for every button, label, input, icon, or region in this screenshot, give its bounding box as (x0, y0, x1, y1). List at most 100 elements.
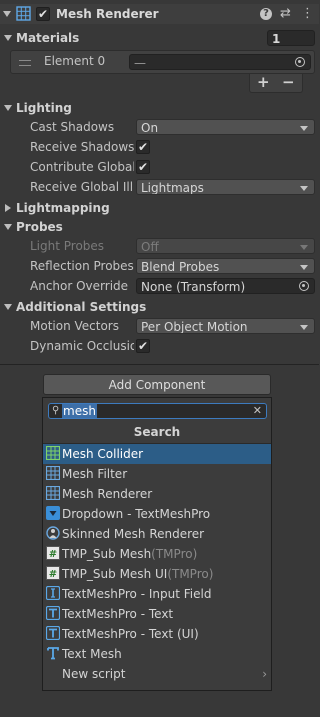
probes-label: Probes (16, 220, 63, 234)
receive-shadows-row: Receive Shadows ✔ (0, 137, 319, 157)
foldout-arrow-icon (4, 35, 12, 41)
lightmapping-label: Lightmapping (16, 201, 110, 215)
dropdown-arrow-icon (300, 265, 308, 270)
probes-foldout[interactable]: Probes (0, 217, 319, 237)
list-item-tmp-sub-mesh[interactable]: # TMP_Sub Mesh(TMPro) (43, 544, 271, 564)
light-probes-value: Off (141, 240, 159, 254)
component-header: ✔ Mesh Renderer ? ⇄ ⋮ (0, 4, 319, 24)
list-item-mesh-collider[interactable]: Mesh Collider (43, 444, 271, 464)
contribute-gi-label: Contribute Global Illumination (30, 160, 134, 174)
additional-settings-foldout[interactable]: Additional Settings (0, 297, 319, 317)
element-0-field[interactable]: — (129, 54, 311, 70)
anchor-override-label: Anchor Override (30, 279, 129, 293)
list-item-mesh-filter[interactable]: Mesh Filter (43, 464, 271, 484)
foldout-arrow-icon (4, 105, 12, 111)
skinned-mesh-renderer-icon (46, 526, 60, 540)
text-mesh-icon (47, 647, 59, 660)
dropdown-arrow-icon (300, 186, 308, 191)
materials-foldout[interactable]: Materials 1 (0, 28, 319, 48)
add-component-label: Add Component (108, 378, 206, 392)
list-item-textmeshpro-text-ui[interactable]: TextMeshPro - Text (UI) (43, 624, 271, 644)
add-component-button[interactable]: Add Component (43, 374, 271, 395)
kebab-menu-icon[interactable]: ⋮ (301, 4, 314, 24)
light-probes-dropdown: Off (136, 238, 315, 254)
list-item-new-script[interactable]: New script › (43, 664, 271, 684)
search-field[interactable]: ⚲ mesh ✕ (48, 403, 267, 419)
motion-vectors-dropdown[interactable]: Per Object Motion (136, 318, 315, 334)
list-item-label: Mesh Renderer (62, 487, 153, 501)
anchor-override-field[interactable]: None (Transform) (136, 278, 315, 294)
materials-list: Element 0 — (10, 50, 315, 74)
component-enabled-checkbox[interactable]: ✔ (36, 7, 50, 21)
mesh-renderer-icon (46, 486, 60, 500)
cast-shadows-label: Cast Shadows (30, 120, 115, 134)
reflection-probes-label: Reflection Probes (30, 259, 134, 273)
item-namespace-tag: (TMPro) (167, 567, 214, 581)
clear-search-icon[interactable]: ✕ (253, 404, 262, 418)
foldout-arrow-icon (4, 304, 12, 310)
item-namespace-tag: (TMPro) (151, 547, 198, 561)
light-probes-row: Light Probes Off (0, 236, 319, 256)
foldout-arrow-icon[interactable] (3, 11, 11, 17)
lightmapping-foldout[interactable]: Lightmapping (0, 198, 319, 218)
mesh-renderer-icon (16, 6, 31, 21)
search-icon: ⚲ (52, 405, 60, 416)
dynamic-occlusion-label: Dynamic Occlusion (30, 339, 134, 353)
reflection-probes-value: Blend Probes (141, 260, 220, 274)
list-item-label: Dropdown - TextMeshPro (62, 507, 211, 521)
list-item-label: TMP_Sub Mesh(TMPro) (62, 544, 197, 564)
svg-text:#: # (49, 549, 57, 560)
materials-count-field[interactable]: 1 (267, 30, 315, 46)
remove-element-button[interactable]: − (282, 73, 295, 91)
anchor-override-value: None (Transform) (141, 280, 246, 294)
object-picker-icon[interactable] (299, 281, 309, 291)
help-icon[interactable]: ? (260, 8, 272, 20)
search-input[interactable]: mesh (62, 404, 97, 418)
list-item-skinned-mesh-renderer[interactable]: Skinned Mesh Renderer (43, 524, 271, 544)
dropdown-arrow-icon (300, 245, 308, 250)
reflection-probes-row: Reflection Probes Blend Probes (0, 256, 319, 276)
receive-gi-dropdown[interactable]: Lightmaps (136, 179, 315, 195)
drag-handle-icon[interactable] (19, 60, 31, 66)
motion-vectors-value: Per Object Motion (141, 320, 248, 334)
receive-shadows-label: Receive Shadows (30, 140, 134, 154)
list-item-text-mesh[interactable]: Text Mesh (43, 644, 271, 664)
light-probes-label: Light Probes (30, 239, 105, 253)
preset-icon[interactable]: ⇄ (280, 4, 291, 24)
list-item-label: Mesh Collider (62, 447, 144, 461)
list-item-label: Mesh Filter (62, 467, 128, 481)
receive-shadows-checkbox[interactable]: ✔ (136, 140, 150, 154)
reflection-probes-dropdown[interactable]: Blend Probes (136, 258, 315, 274)
receive-gi-row: Receive Global Illumination Lightmaps (0, 177, 319, 197)
search-header: Search (133, 425, 181, 439)
list-item-dropdown-textmeshpro[interactable]: Dropdown - TextMeshPro (43, 504, 271, 524)
element-label: Element 0 (44, 54, 106, 68)
dynamic-occlusion-checkbox[interactable]: ✔ (136, 339, 150, 353)
list-footer: + − (249, 73, 303, 93)
dropdown-arrow-icon (300, 126, 308, 131)
list-item-tmp-sub-mesh-ui[interactable]: # TMP_Sub Mesh UI(TMPro) (43, 564, 271, 584)
add-element-button[interactable]: + (257, 73, 270, 91)
anchor-override-row: Anchor Override None (Transform) (0, 276, 319, 296)
list-item-label: New script (62, 667, 126, 681)
component-title: Mesh Renderer (56, 7, 159, 21)
list-item-label: TextMeshPro - Text (62, 607, 174, 621)
lighting-foldout[interactable]: Lighting (0, 98, 319, 118)
textmeshpro-icon (46, 626, 60, 640)
svg-text:#: # (49, 569, 57, 580)
contribute-gi-checkbox[interactable]: ✔ (136, 160, 150, 174)
list-item-mesh-renderer[interactable]: Mesh Renderer (43, 484, 271, 504)
list-item-textmeshpro-text[interactable]: TextMeshPro - Text (43, 604, 271, 624)
additional-settings-label: Additional Settings (16, 300, 147, 314)
mesh-filter-icon (46, 466, 60, 480)
section-divider (0, 364, 319, 365)
foldout-collapsed-icon (5, 204, 11, 212)
chevron-right-icon: › (262, 667, 267, 681)
element-0-value: — (134, 56, 146, 70)
lighting-label: Lighting (16, 101, 72, 115)
cast-shadows-row: Cast Shadows On (0, 117, 319, 137)
object-picker-icon[interactable] (295, 57, 305, 67)
cast-shadows-dropdown[interactable]: On (136, 119, 315, 135)
dropdown-icon (46, 506, 60, 520)
list-item-textmeshpro-input-field[interactable]: TextMeshPro - Input Field (43, 584, 271, 604)
